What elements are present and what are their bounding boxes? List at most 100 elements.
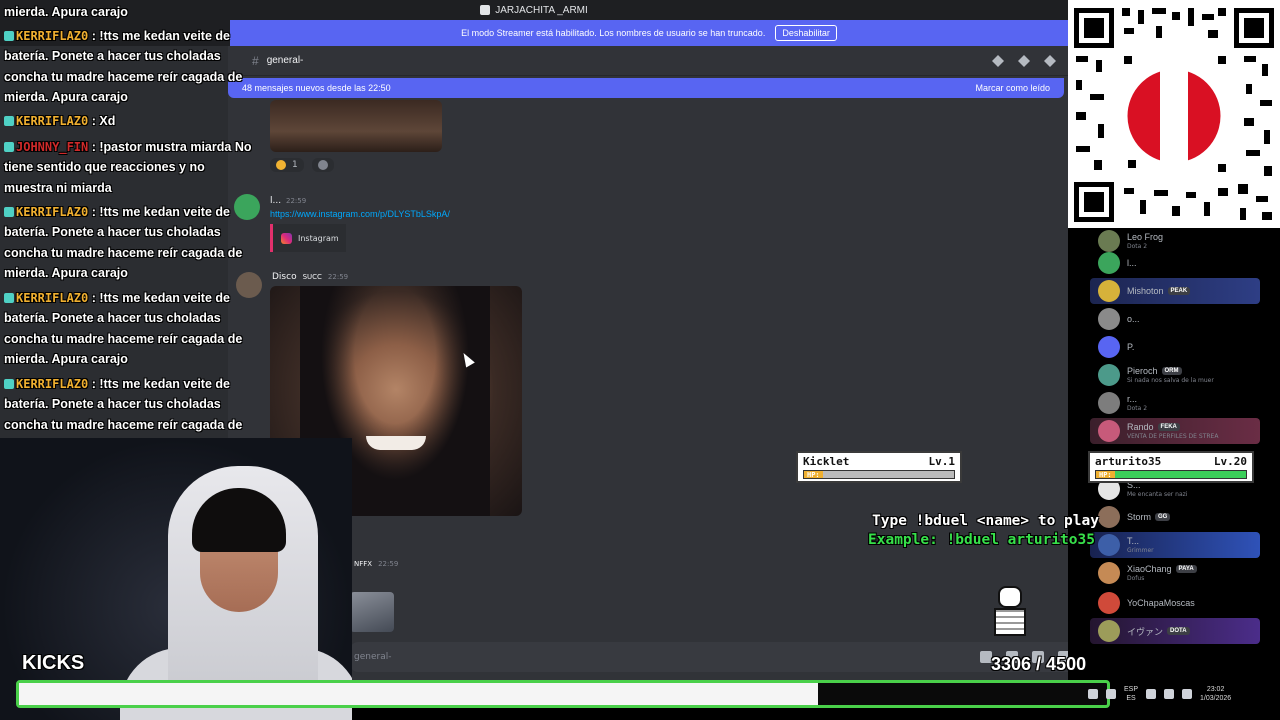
hp-bar: HP: (803, 470, 955, 479)
member-text: T... Grimmer (1127, 536, 1154, 554)
member-name: YoChapaMoscas (1127, 598, 1195, 608)
member-name: Storm (1127, 512, 1152, 522)
avatar (1098, 620, 1120, 642)
clock-date: 1/03/2026 (1200, 695, 1232, 702)
pokemon-level: Lv.1 (928, 455, 956, 468)
mute-icon[interactable] (1018, 55, 1030, 67)
member-name-line: イヴァン DOTA (1127, 625, 1190, 638)
member-tag: ORM (1161, 367, 1182, 375)
photo-smile (366, 436, 426, 450)
member-row[interactable]: Mishoton PEAK (1090, 278, 1260, 304)
clock[interactable]: 23:02 1/03/2026 (1200, 685, 1231, 703)
chat-text: : Xd (88, 114, 116, 128)
message-composer[interactable]: general- (350, 642, 1068, 672)
member-name-line: P. (1127, 342, 1134, 352)
language-bottom: ES (1126, 695, 1136, 702)
pokemon-status-right: arturito35 Lv.20 HP: (1088, 451, 1254, 483)
discord-logo-icon (480, 5, 491, 15)
twitch-chat-message: JOHNNY_FIN : !pastor mustra miarda No ti… (4, 137, 254, 198)
instagram-icon (281, 232, 292, 244)
kicks-progress-text: 3306 / 4500 (991, 654, 1087, 674)
language-indicator[interactable]: ESP ES (1124, 685, 1138, 703)
reaction-pill[interactable]: 1 (270, 158, 304, 172)
member-text: o... (1127, 314, 1140, 324)
member-text: Rando FEKA VENTA DE PERFILES DE STREA (1127, 422, 1218, 440)
avatar (1098, 534, 1120, 556)
mark-as-read-button[interactable]: Marcar como leído (975, 83, 1050, 93)
member-name-line: T... (1127, 536, 1154, 546)
instagram-embed[interactable]: Instagram (270, 224, 346, 252)
reaction-bar: 1 (270, 158, 334, 172)
avatar (1098, 252, 1120, 274)
member-row[interactable]: Pieroch ORM Si nada nos salva de la muer (1090, 362, 1260, 388)
mic-icon[interactable] (1106, 689, 1116, 699)
member-activity: Dota 2 (1127, 243, 1148, 250)
member-text: P. (1127, 342, 1134, 352)
chat-pane: # general- 48 mensajes nuevos desde las … (228, 46, 1068, 680)
chevron-up-icon[interactable] (1088, 689, 1098, 699)
member-name-line: YoChapaMoscas (1127, 598, 1195, 608)
hp-bar: HP: (1095, 470, 1247, 479)
instagram-link[interactable]: https://www.instagram.com/p/DLYSTbLSkpA/ (270, 209, 450, 219)
disable-streamer-button[interactable]: Deshabilitar (775, 25, 837, 41)
member-name-line: Storm GG (1127, 512, 1171, 522)
embed-provider-label: Instagram (298, 233, 339, 243)
member-row[interactable]: Storm GG (1090, 504, 1260, 530)
chat-username: JOHNNY_FIN (16, 140, 89, 154)
threads-icon[interactable] (992, 55, 1004, 67)
member-row[interactable]: r... Dota 2 (1090, 390, 1260, 416)
sprite-body (994, 608, 1026, 636)
member-activity: Me encanta ser nazi (1127, 491, 1188, 498)
member-name: Pieroch (1127, 366, 1158, 376)
message-header: Disco SUCC 22:59 (272, 272, 348, 282)
add-reaction-icon (317, 160, 328, 170)
webcam-overlay (0, 438, 352, 720)
streamer-mode-banner: El modo Streamer está habilitado. Los no… (230, 20, 1068, 46)
pin-icon[interactable] (1044, 55, 1056, 67)
member-text: r... Dota 2 (1127, 394, 1147, 412)
reaction-count: 1 (292, 160, 298, 170)
member-activity: Si nada nos salva de la muer (1127, 377, 1214, 384)
user-tag: SUCC (302, 273, 322, 281)
battery-icon[interactable] (1182, 689, 1193, 699)
chat-text: mierda. Apura carajo (4, 5, 128, 19)
bduel-example-line: Example: !bduel arturito35 (868, 532, 1095, 548)
member-row[interactable]: XiaoChang PAYA Dofus (1090, 560, 1260, 586)
message-author[interactable]: l... (270, 196, 281, 206)
member-row[interactable]: イヴァン DOTA (1090, 618, 1260, 644)
member-text: YoChapaMoscas (1127, 598, 1195, 608)
avatar (1098, 392, 1120, 414)
member-text: l... (1127, 258, 1137, 268)
hp-fill (1114, 471, 1246, 478)
volume-icon[interactable] (1164, 689, 1175, 699)
network-icon[interactable] (1146, 689, 1157, 699)
window-title: JARJACHITA _ARMI (495, 4, 588, 16)
message-author[interactable]: Disco (272, 272, 297, 282)
member-name: o... (1127, 314, 1140, 324)
kicks-progress-fill (19, 683, 819, 705)
twitch-chat-message: mierda. Apura carajo (4, 2, 254, 22)
pokemon-status-left: Kicklet Lv.1 HP: (796, 451, 962, 483)
member-row[interactable]: P. (1090, 334, 1260, 360)
image-attachment[interactable] (350, 592, 394, 632)
channel-name: general- (266, 55, 304, 66)
member-row[interactable]: Rando FEKA VENTA DE PERFILES DE STREA (1090, 418, 1260, 444)
member-name: T... (1127, 536, 1140, 546)
message-header: NFFX 22:59 (354, 560, 398, 568)
member-row[interactable]: YoChapaMoscas (1090, 590, 1260, 616)
image-attachment[interactable] (270, 100, 442, 152)
member-row[interactable]: T... Grimmer (1090, 532, 1260, 558)
twitch-chat-message: KERRIFLAZ0 : !tts me kedan veite de bate… (4, 26, 254, 107)
message-author[interactable]: NFFX (354, 560, 372, 568)
emoji-icon (276, 160, 286, 170)
sprite-head (998, 586, 1022, 608)
message-timestamp: 22:59 (286, 197, 307, 205)
new-messages-bar[interactable]: 48 mensajes nuevos desde las 22:50 Marca… (228, 78, 1064, 98)
member-row[interactable]: o... (1090, 306, 1260, 332)
member-row[interactable]: l... (1090, 250, 1260, 276)
add-reaction-button[interactable] (311, 158, 334, 172)
bduel-instruction-line: Type !bduel <name> to play (872, 513, 1099, 529)
member-tag: GG (1155, 513, 1171, 521)
member-name-line: Leo Frog (1127, 232, 1163, 242)
message-timestamp: 22:59 (327, 273, 349, 281)
